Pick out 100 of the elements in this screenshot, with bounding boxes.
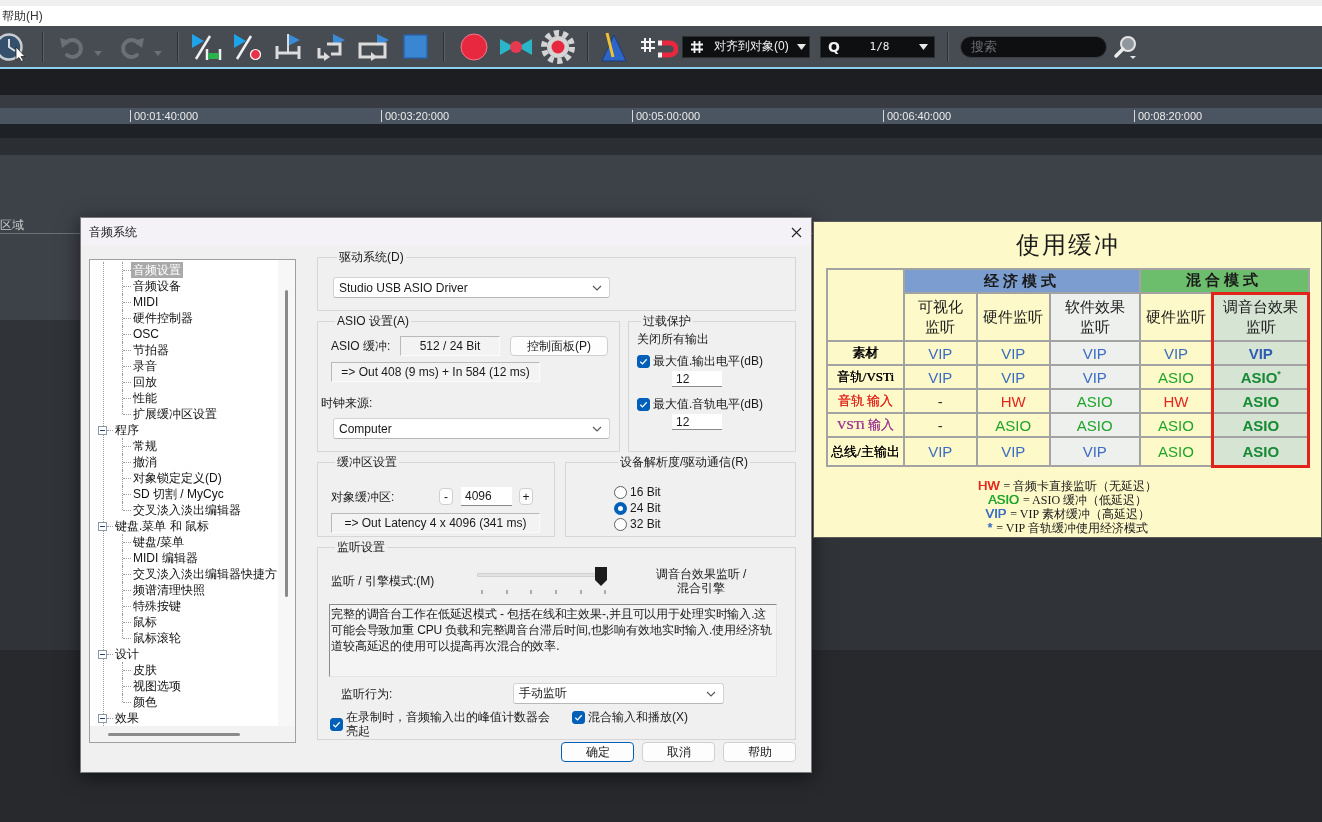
tree-item[interactable]: 交叉淡入淡出编辑器快捷方 bbox=[131, 566, 278, 582]
close-icon[interactable] bbox=[791, 226, 802, 238]
tree-item[interactable]: 效果 bbox=[113, 710, 141, 726]
tree-item[interactable]: 特殊按键 bbox=[131, 598, 183, 614]
tree-item[interactable]: 硬件控制器 bbox=[131, 310, 195, 326]
tree-item[interactable]: SD 切割 / MyCyc bbox=[131, 486, 226, 502]
dialog-button[interactable]: 帮助 bbox=[723, 742, 796, 762]
increment-button[interactable]: + bbox=[519, 488, 533, 505]
snap-dropdown[interactable]: 对齐到对象(0) bbox=[682, 35, 810, 58]
scrollbar-thumb[interactable] bbox=[108, 732, 240, 736]
level-input[interactable]: 12 bbox=[672, 371, 722, 387]
row-label: 音轨/VSTi bbox=[836, 369, 894, 384]
collapse-icon[interactable] bbox=[98, 713, 107, 723]
tree-item[interactable]: 皮肤 bbox=[131, 662, 159, 678]
slider-thumb[interactable] bbox=[595, 567, 607, 586]
tree-item[interactable]: 键盘/菜单 bbox=[131, 534, 187, 550]
field-label: 对象缓冲区: bbox=[331, 489, 396, 504]
checkbox[interactable] bbox=[637, 354, 650, 368]
group-title: ASIO 设置(A) bbox=[336, 314, 410, 328]
radio-label[interactable]: 32 Bit bbox=[630, 517, 661, 531]
play-record-icon[interactable] bbox=[232, 32, 262, 61]
collapse-icon[interactable] bbox=[98, 649, 107, 659]
collapse-icon[interactable] bbox=[98, 521, 107, 531]
search-field[interactable]: 搜索 bbox=[960, 35, 1107, 58]
tree-item[interactable]: 视图选项 bbox=[131, 678, 183, 694]
tree-item[interactable]: 程序 bbox=[113, 422, 141, 438]
radio-label[interactable]: 16 Bit bbox=[630, 485, 661, 499]
tree-item[interactable]: MIDI 编辑器 bbox=[131, 550, 200, 566]
checkbox-label[interactable]: 混合输入和播放(X) bbox=[588, 710, 688, 724]
menu-item[interactable]: 帮助(H) bbox=[2, 8, 43, 24]
time-label: 00:06:40:000 bbox=[883, 110, 952, 122]
buffer-input[interactable]: 4096 bbox=[461, 487, 512, 506]
checkbox[interactable] bbox=[637, 397, 650, 411]
level-input[interactable]: 12 bbox=[672, 414, 722, 430]
cell-value: ASIO bbox=[1158, 416, 1194, 434]
chevron-down-icon bbox=[706, 690, 716, 697]
play-marker-icon[interactable] bbox=[190, 32, 222, 61]
driver-select[interactable]: Studio USB ASIO Driver bbox=[333, 277, 610, 298]
tree-item[interactable]: 节拍器 bbox=[131, 342, 171, 358]
search-icon[interactable] bbox=[1113, 33, 1139, 60]
clock-icon[interactable] bbox=[0, 31, 26, 62]
slider-track[interactable] bbox=[477, 567, 607, 586]
column-group-header: 经济模式 bbox=[903, 269, 1140, 293]
tree-item[interactable]: 键盘.菜单 和 鼠标 bbox=[113, 518, 211, 534]
radio-label[interactable]: 24 Bit bbox=[630, 501, 661, 515]
tree-item[interactable]: 性能 bbox=[131, 390, 159, 406]
tree-item[interactable]: 常规 bbox=[131, 438, 159, 454]
tree-item[interactable]: 设计 bbox=[113, 646, 141, 662]
checkbox[interactable] bbox=[330, 717, 343, 731]
time-label: 00:05:00:000 bbox=[632, 110, 701, 122]
checkbox-label[interactable]: 最大值.音轨电平(dB) bbox=[653, 397, 763, 411]
checkbox-label[interactable]: 在录制时，音频输入出的峰值计数器会亮起 bbox=[346, 710, 558, 738]
record-icon[interactable] bbox=[460, 32, 488, 61]
tree-item[interactable]: 频谱清理快照 bbox=[131, 582, 207, 598]
tree-item[interactable]: 鼠标 bbox=[131, 614, 159, 630]
tree-item[interactable]: 对象锁定定义(D) bbox=[131, 470, 224, 486]
radio-button[interactable] bbox=[614, 501, 627, 515]
time-label: 00:03:20:000 bbox=[381, 110, 450, 122]
legend-key: * bbox=[987, 520, 993, 535]
scrollbar-thumb[interactable] bbox=[285, 290, 288, 597]
radio-button[interactable] bbox=[614, 485, 627, 499]
clock-source-select[interactable]: Computer bbox=[333, 418, 610, 439]
dialog-button[interactable]: 取消 bbox=[642, 742, 715, 762]
row-label: 音轨 输入 bbox=[837, 393, 893, 408]
range-marker-icon[interactable] bbox=[274, 32, 302, 61]
cell-value: ASIO bbox=[1076, 416, 1113, 434]
legend-key: VIP bbox=[985, 506, 1007, 521]
field-label: 监听行为: bbox=[340, 686, 394, 701]
cell-value: ASIO bbox=[1242, 392, 1280, 410]
region-label: 区域 bbox=[0, 218, 24, 232]
checkbox-label[interactable]: 最大值.输出电平(dB) bbox=[653, 354, 763, 368]
tree-item[interactable]: 交叉淡入淡出编辑器 bbox=[131, 502, 243, 518]
dialog-button[interactable]: 确定 bbox=[561, 742, 634, 762]
loop-icon[interactable] bbox=[357, 32, 391, 61]
tree-item[interactable]: 回放 bbox=[131, 374, 159, 390]
decrement-button[interactable]: - bbox=[439, 488, 453, 505]
tree-item[interactable]: 撤消 bbox=[131, 454, 159, 470]
tree-item[interactable]: 音频设备 bbox=[131, 278, 183, 294]
field-label: 时钟来源: bbox=[321, 396, 373, 410]
control-panel-button[interactable]: 控制面板(P) bbox=[510, 336, 608, 356]
settings-icon[interactable] bbox=[540, 28, 576, 65]
loop-icon[interactable] bbox=[315, 32, 347, 61]
cell-value: ASIO bbox=[1076, 392, 1113, 410]
collapse-icon[interactable] bbox=[98, 425, 107, 435]
monitor-behavior-select[interactable]: 手动监听 bbox=[513, 683, 724, 704]
tree-item[interactable]: 鼠标滚轮 bbox=[131, 630, 183, 646]
metronome-icon[interactable] bbox=[601, 31, 627, 62]
tree-item[interactable]: OSC bbox=[131, 326, 161, 342]
tree-item[interactable]: 扩展缓冲区设置 bbox=[131, 406, 219, 422]
checkbox[interactable] bbox=[572, 710, 585, 724]
radio-button[interactable] bbox=[614, 517, 627, 531]
quantize-dropdown[interactable]: Q 1/8 bbox=[820, 35, 935, 58]
cell-value: VIP bbox=[1248, 344, 1273, 362]
tree-item[interactable]: MIDI bbox=[131, 294, 161, 310]
time-label: 00:01:40:000 bbox=[130, 110, 199, 122]
cell-value: HW bbox=[1000, 392, 1026, 410]
dialog-title: 音频系统 bbox=[89, 223, 137, 241]
group-title: 监听设置 bbox=[336, 540, 386, 554]
tree-item[interactable]: 颜色 bbox=[131, 694, 159, 710]
tree-item[interactable]: 录音 bbox=[131, 358, 159, 374]
